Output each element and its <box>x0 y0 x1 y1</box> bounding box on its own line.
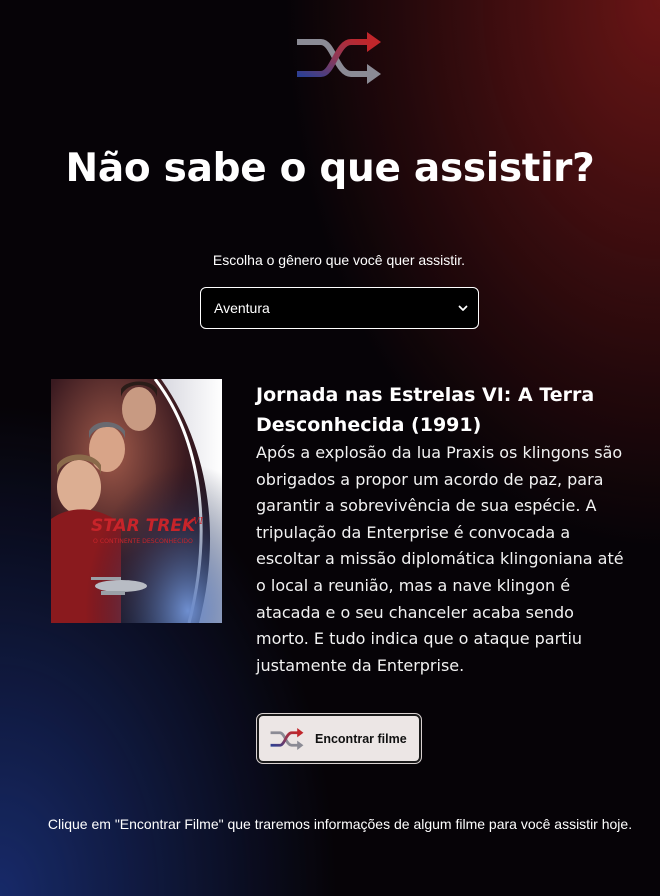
genre-selected-value: Aventura <box>214 300 270 316</box>
poster-subtitle: O CONTINENTE DESCONHECIDO <box>93 538 193 545</box>
poster-numeral: VI <box>193 517 203 527</box>
movie-title: Jornada nas Estrelas VI: A Terra Desconh… <box>256 384 595 436</box>
shuffle-icon <box>270 727 304 750</box>
find-movie-button[interactable]: Encontrar filme <box>257 714 421 763</box>
footer-note: Clique em "Encontrar Filme" que traremos… <box>47 816 633 832</box>
find-movie-label: Encontrar filme <box>315 731 407 746</box>
genre-prompt-label: Escolha o gênero que você quer assistir. <box>212 252 466 268</box>
movie-description: Após a explosão da lua Praxis os klingon… <box>256 443 624 675</box>
chevron-down-icon <box>458 305 468 311</box>
shuffle-icon <box>297 32 381 84</box>
poster-image: STAR TREK VI O CONTINENTE DESCONHECIDO <box>51 379 222 623</box>
genre-select[interactable]: Aventura <box>200 287 479 329</box>
movie-poster: STAR TREK VI O CONTINENTE DESCONHECIDO <box>51 379 222 623</box>
poster-brand: STAR TREK <box>91 516 197 536</box>
page-title: Não sabe o que assistir? <box>65 146 595 191</box>
